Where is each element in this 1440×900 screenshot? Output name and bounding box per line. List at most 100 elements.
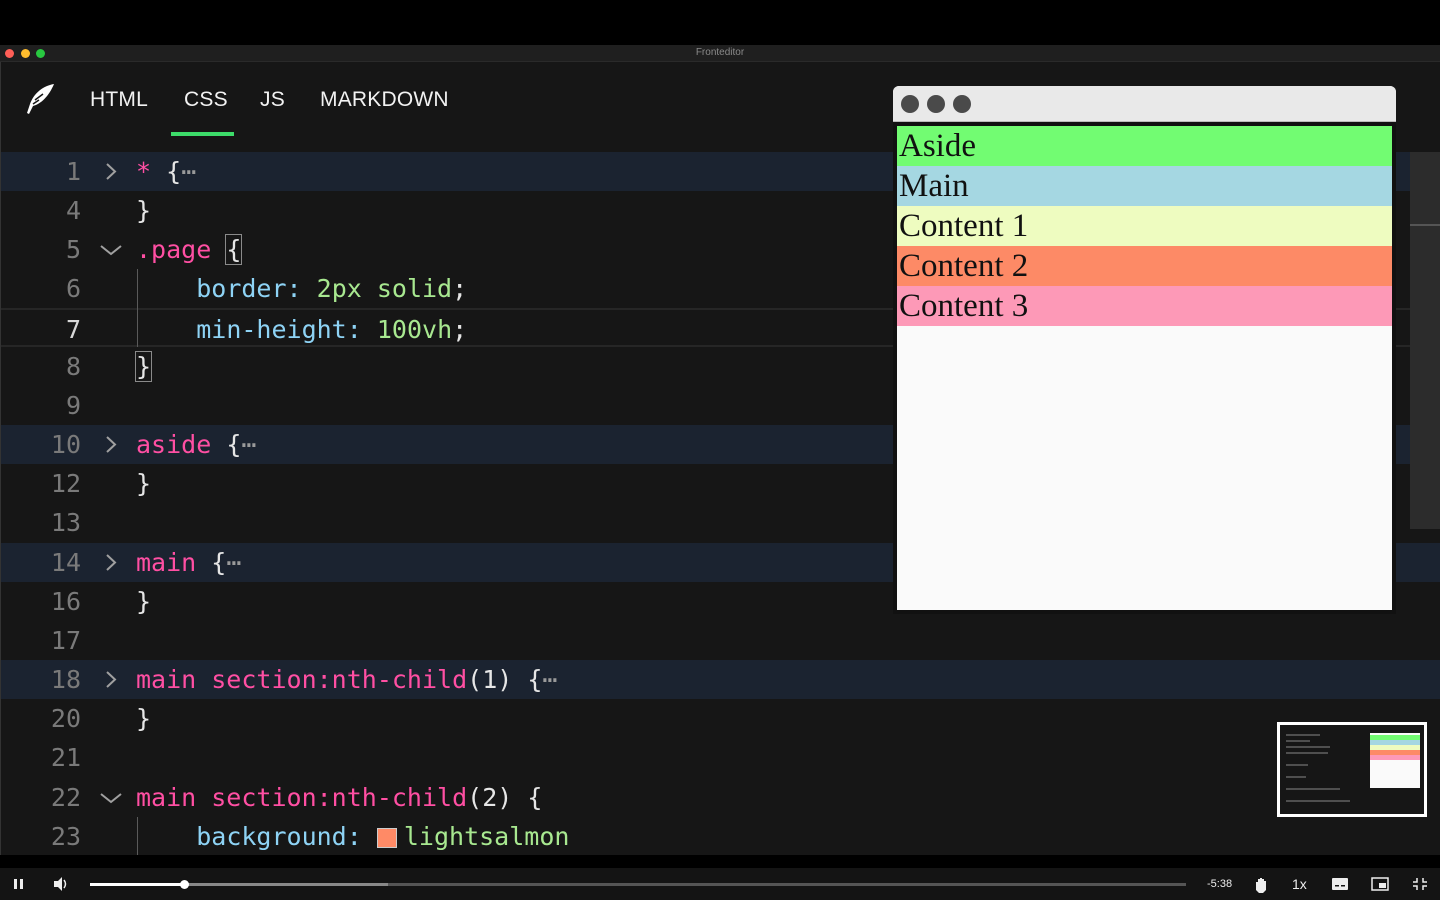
code-line[interactable]: 20 } (1, 699, 1440, 738)
line-number: 8 (65, 352, 81, 381)
picture-in-picture-icon[interactable] (1371, 868, 1389, 900)
line-number: 5 (65, 235, 81, 264)
line-number: 22 (50, 783, 81, 812)
selector-token: main section:nth-child (136, 783, 468, 812)
pause-button[interactable] (12, 868, 26, 900)
line-number: 9 (65, 391, 81, 420)
line-number: 18 (50, 665, 81, 694)
fold-chevron-right-icon[interactable] (97, 152, 127, 191)
preview-minimize-button[interactable] (927, 95, 945, 113)
indent-guide (137, 269, 138, 347)
overview-marker (1410, 224, 1440, 226)
brace-token: } (136, 196, 152, 225)
line-number: 1 (65, 157, 81, 186)
tab-js[interactable]: JS (260, 88, 285, 112)
line-number: 21 (50, 743, 81, 772)
fold-chevron-down-icon[interactable] (97, 230, 127, 269)
brace-token: } (136, 469, 152, 498)
tab-css[interactable]: CSS (184, 88, 228, 112)
folded-ellipsis[interactable]: ⋯ (181, 157, 196, 186)
video-controls: -5:38 1x (0, 868, 1440, 900)
captions-icon[interactable] (1331, 868, 1349, 900)
preview-content-1: Content 1 (897, 206, 1392, 246)
fold-chevron-down-icon[interactable] (97, 778, 127, 817)
line-number: 10 (50, 430, 81, 459)
selector-token: .page (136, 235, 212, 264)
line-number: 20 (50, 704, 81, 733)
window-title: Fronteditor (695, 47, 745, 58)
preview-window[interactable]: Aside Main Content 1 Content 2 Content 3 (893, 86, 1396, 614)
thumbnail-image (1280, 725, 1424, 814)
semicolon-token: ; (452, 274, 468, 303)
line-number: 16 (50, 587, 81, 616)
semicolon-token: ; (452, 315, 468, 344)
tab-html[interactable]: HTML (90, 88, 148, 112)
scrollbar-overview[interactable] (1410, 152, 1440, 529)
code-line[interactable]: 21 (1, 738, 1440, 777)
preview-close-button[interactable] (901, 95, 919, 113)
line-number: 6 (65, 274, 81, 303)
tab-markdown[interactable]: MARKDOWN (320, 88, 449, 112)
folded-ellipsis[interactable]: ⋯ (226, 548, 241, 577)
folded-ellipsis[interactable]: ⋯ (241, 430, 256, 459)
line-number: 14 (50, 548, 81, 577)
folded-ellipsis[interactable]: ⋯ (542, 665, 557, 694)
color-swatch[interactable] (376, 828, 397, 848)
fold-chevron-right-icon[interactable] (97, 543, 127, 582)
brace-token: } (136, 587, 152, 616)
progress-played (90, 883, 185, 886)
line-number: 4 (65, 196, 81, 225)
preview-content-2: Content 2 (897, 246, 1392, 286)
line-number: 7 (65, 315, 81, 344)
window-titlebar: Fronteditor (0, 45, 1440, 62)
preview-page: Aside Main Content 1 Content 2 Content 3 (893, 122, 1396, 614)
time-remaining: -5:38 (1207, 878, 1233, 890)
brace-token: { (211, 548, 227, 577)
preview-content-3: Content 3 (897, 286, 1392, 326)
selector-token: * (136, 157, 152, 186)
brace-token: } (136, 704, 152, 733)
line-number: 13 (50, 508, 81, 537)
brace-token: { (226, 430, 242, 459)
playback-speed-button[interactable]: 1x (1292, 868, 1307, 900)
selector-token: main section:nth-child (136, 665, 468, 694)
code-line[interactable]: 22 main section:nth-child(2) { (1, 778, 1440, 817)
active-tab-indicator (171, 132, 234, 136)
line-number: 17 (50, 626, 81, 655)
code-line[interactable]: 23 background: lightsalmon (1, 817, 1440, 855)
volume-icon[interactable] (52, 868, 70, 900)
property-token: background: (196, 822, 362, 851)
selector-token: main (136, 548, 197, 577)
hand-icon[interactable] (1252, 868, 1270, 900)
property-token: min-height: (196, 315, 362, 344)
argument-token: (2) (467, 783, 513, 812)
matched-brace-token: } (134, 351, 153, 382)
line-number: 23 (50, 822, 81, 851)
value-token: lightsalmon (403, 822, 570, 851)
preview-main: Main (897, 166, 1392, 206)
line-number: 12 (50, 469, 81, 498)
fold-chevron-right-icon[interactable] (97, 660, 127, 699)
video-thumbnail-preview (1277, 722, 1427, 817)
progress-bar[interactable] (90, 880, 1186, 889)
selector-token: aside (136, 430, 212, 459)
preview-aside: Aside (897, 126, 1392, 166)
code-line[interactable]: 17 (1, 621, 1440, 660)
brace-token: { (527, 665, 543, 694)
value-token: 100vh (376, 315, 453, 344)
preview-zoom-button[interactable] (953, 95, 971, 113)
property-token: border: (196, 274, 302, 303)
progress-scrubber[interactable] (180, 880, 190, 889)
matched-brace-token: { (225, 234, 243, 265)
brace-token: { (527, 783, 543, 812)
value-token: 2px solid (316, 274, 453, 303)
fold-chevron-right-icon[interactable] (97, 425, 127, 464)
argument-token: (1) (467, 665, 513, 694)
quill-logo-icon (27, 84, 54, 114)
indent-guide (137, 817, 138, 855)
code-line[interactable]: 18 main section:nth-child(1) {⋯ (1, 660, 1440, 699)
brace-token: { (166, 157, 182, 186)
fullscreen-exit-icon[interactable] (1412, 868, 1428, 900)
preview-titlebar[interactable] (893, 86, 1396, 122)
code-editor[interactable]: HTML CSS JS MARKDOWN 1 * {⋯ 4 } 5 .page … (0, 62, 1440, 855)
